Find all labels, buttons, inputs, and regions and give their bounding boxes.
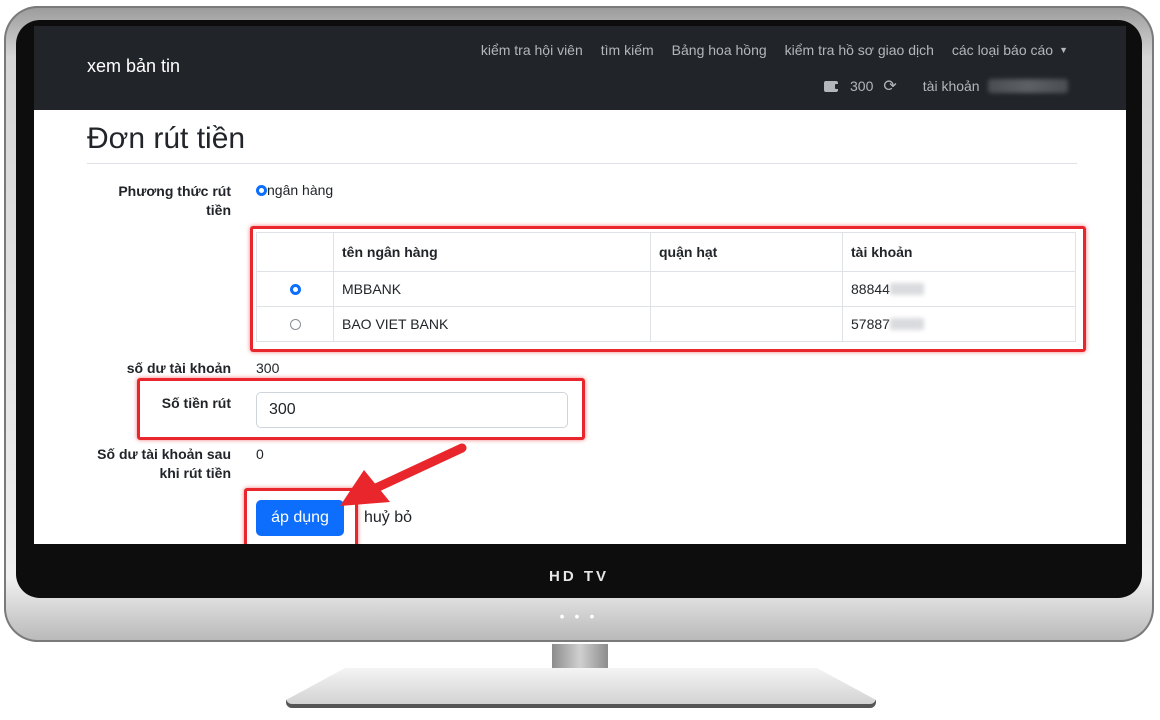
nav-account-row: 300 ⟳ tài khoản [824, 76, 1068, 96]
bank-district-cell [650, 271, 843, 307]
method-option-label: ngân hàng [267, 182, 334, 198]
bank-account-number: 57887 [851, 316, 890, 332]
nav-dropdown-reports-label: các loại báo cáo [951, 42, 1054, 58]
bank-name-cell: MBBANK [333, 271, 651, 307]
caret-down-icon: ▼ [1059, 45, 1068, 55]
after-balance-value: 0 [256, 446, 264, 462]
nav-link-commission[interactable]: Bảng hoa hồng [672, 42, 767, 58]
method-option-bank[interactable]: ngân hàng [256, 182, 333, 198]
page-title: Đơn rút tiền [87, 122, 246, 155]
tv-stand-neck [552, 644, 608, 672]
navbar-balance: 300 [850, 78, 874, 94]
bank-select-cell [256, 271, 334, 307]
nav-links: kiểm tra hội viên tìm kiếm Bảng hoa hồng… [481, 42, 1068, 58]
navbar-brand[interactable]: xem bản tin [87, 56, 180, 77]
bank-district-cell [650, 306, 843, 342]
table-row[interactable]: BAO VIET BANK 57887 [256, 306, 1076, 342]
tv-brand-logo: HD TV [549, 568, 609, 585]
table-header-district: quận hạt [650, 232, 843, 272]
top-navbar: xem bản tin kiểm tra hội viên tìm kiếm B… [34, 26, 1126, 110]
account-redacted [889, 318, 924, 330]
bank-radio-mbbank[interactable] [289, 284, 301, 295]
nav-link-search[interactable]: tìm kiếm [601, 42, 654, 58]
nav-dropdown-reports[interactable]: các loại báo cáo ▼ [952, 42, 1068, 58]
refresh-icon[interactable]: ⟳ [883, 76, 896, 96]
bank-account-number: 88844 [851, 281, 890, 297]
apply-button[interactable]: áp dụng [256, 500, 344, 536]
after-balance-label: Số dư tài khoản sau khi rút tiền [97, 446, 231, 481]
title-divider [87, 163, 1077, 164]
wallet-icon [824, 80, 840, 92]
amount-label: Số tiền rút [161, 395, 231, 411]
cancel-button[interactable]: huỷ bỏ [352, 500, 424, 536]
bank-account-cell: 57887 [842, 306, 1076, 342]
table-row[interactable]: MBBANK 88844 [256, 271, 1076, 307]
method-radio-bank[interactable] [256, 185, 267, 196]
amount-input[interactable] [256, 392, 568, 428]
account-menu[interactable]: tài khoản [923, 78, 980, 94]
account-redacted [889, 283, 924, 295]
bank-name-cell: BAO VIET BANK [333, 306, 651, 342]
nav-link-members[interactable]: kiểm tra hội viên [481, 42, 583, 58]
table-header-account: tài khoản [842, 232, 1076, 272]
account-name-redacted [987, 79, 1068, 93]
balance-label: số dư tài khoản [126, 360, 231, 376]
balance-value: 300 [256, 360, 280, 376]
bank-select-cell [256, 306, 334, 342]
table-header-row: tên ngân hàng quận hạt tài khoản [256, 232, 1076, 272]
browser-screen: xem bản tin kiểm tra hội viên tìm kiếm B… [34, 26, 1126, 544]
table-header-bank: tên ngân hàng [333, 232, 651, 272]
tv-indicator-dots: ••• [559, 608, 605, 624]
tv-stand-base [286, 668, 876, 708]
bank-radio-baoviet[interactable] [289, 319, 301, 330]
bank-table: tên ngân hàng quận hạt tài khoản MBBANK … [256, 232, 1076, 342]
table-header-select [256, 232, 334, 272]
nav-link-transactions[interactable]: kiểm tra hồ sơ giao dịch [785, 42, 934, 58]
bank-account-cell: 88844 [842, 271, 1076, 307]
method-label: Phương thức rút tiền [118, 183, 231, 218]
